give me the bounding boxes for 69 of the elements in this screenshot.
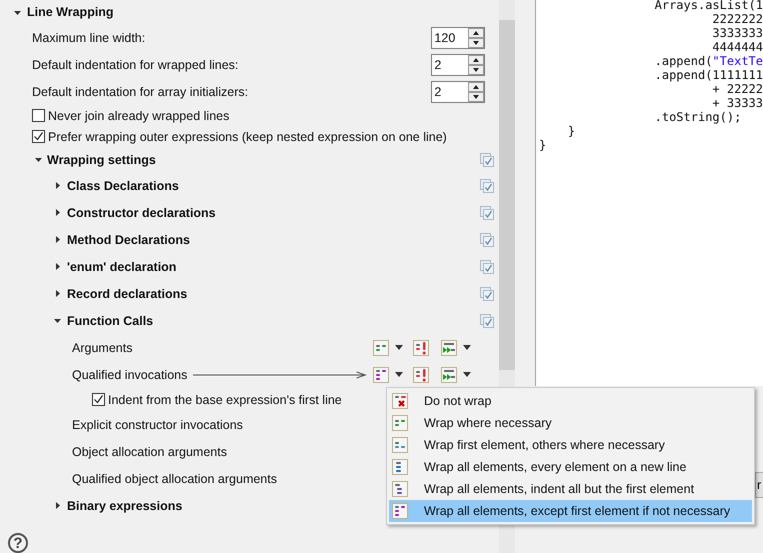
number-spinner[interactable]: 2 [431,54,486,76]
option-label: Prefer wrapping outer expressions (keep nested expression on one line) [48,130,447,144]
checkbox[interactable] [32,109,45,122]
checkbox[interactable] [32,130,45,143]
menu-item[interactable]: Wrap all elements, every element on a new line [389,456,752,478]
force-split-icon[interactable] [413,340,430,356]
wrap-policy-icon [392,437,408,453]
force-split-icon[interactable] [413,366,430,382]
dropdown-caret-icon[interactable] [463,372,472,377]
group-title[interactable]: Wrapping settings [47,152,156,166]
group-checkbox[interactable] [480,152,494,166]
section-title: Line Wrapping [27,5,114,19]
setting-label[interactable]: Arguments [72,340,132,354]
group-checkbox[interactable] [480,286,494,300]
group-checkbox[interactable] [480,178,494,192]
menu-item[interactable]: Wrap all elements, indent all but the first element [389,478,752,500]
code-line: } [539,138,548,152]
dropdown-caret-icon[interactable] [395,345,404,350]
partial-button[interactable]: r [755,472,763,498]
dropdown-caret-icon[interactable] [395,372,404,377]
number-spinner[interactable]: 120 [431,26,486,48]
setting-label[interactable]: Qualified invocations [72,368,188,382]
indent-policy-icon[interactable] [441,340,458,356]
field-label: Default indentation for array initializers: [32,84,248,98]
option-label: Indent from the base expression's first line [108,392,342,406]
code-line: 3333333 [711,26,763,40]
setting-label[interactable]: Qualified object allocation arguments [72,472,277,486]
code-line: Arrays.asList(1 [654,0,763,12]
code-line: + 33333 [711,96,763,110]
group-title[interactable]: Record declarations [67,286,188,300]
wrap-policy-icon[interactable] [373,366,390,382]
group-checkbox[interactable] [480,232,494,246]
wrap-policy-icon [392,415,408,431]
group-title[interactable]: Function Calls [67,314,154,328]
group-checkbox[interactable] [480,206,494,220]
number-spinner[interactable]: 2 [431,80,486,102]
help-button[interactable]: ? [8,533,28,553]
code-line: + 22222 [711,82,763,96]
menu-item[interactable]: Wrap all elements, except first element if not necessary [389,500,752,522]
menu-item[interactable]: Wrap first element, others where necessary [389,434,752,456]
wrap-policy-icon [392,481,408,497]
setting-label[interactable]: Explicit constructor invocations [72,418,243,432]
indent-policy-icon[interactable] [441,366,458,382]
code-line: .append("TextTe [654,54,763,68]
wrap-policy-icon [392,459,408,475]
menu-item[interactable]: Do not wrap [389,390,752,412]
group-title[interactable]: Method Declarations [67,232,190,246]
group-title[interactable]: Class Declarations [67,178,179,192]
wrap-policy-icon [392,503,408,519]
menu-item[interactable]: Wrap where necessary [389,412,752,434]
wrap-policy-icon [392,393,408,409]
group-checkbox[interactable] [480,260,494,274]
field-label: Default indentation for wrapped lines: [32,58,238,72]
group-title[interactable]: Constructor declarations [67,206,216,220]
group-title[interactable]: Binary expressions [67,498,182,512]
field-label: Maximum line width: [32,30,146,44]
code-line: .append(1111111 [654,68,763,82]
checkbox[interactable] [92,393,105,406]
dropdown-caret-icon[interactable] [463,345,472,350]
group-title[interactable]: 'enum' declaration [67,260,176,274]
scrollbar-thumb[interactable] [499,20,516,370]
code-line: 2222222 [711,12,763,26]
group-checkbox[interactable] [480,314,494,328]
option-label: Never join already wrapped lines [48,108,230,122]
setting-label[interactable]: Object allocation arguments [72,444,227,458]
code-line: } [566,124,576,138]
wrap-policy-icon[interactable] [373,340,390,356]
code-line: 4444444 [711,40,763,54]
code-line: .toString(); [654,110,742,124]
